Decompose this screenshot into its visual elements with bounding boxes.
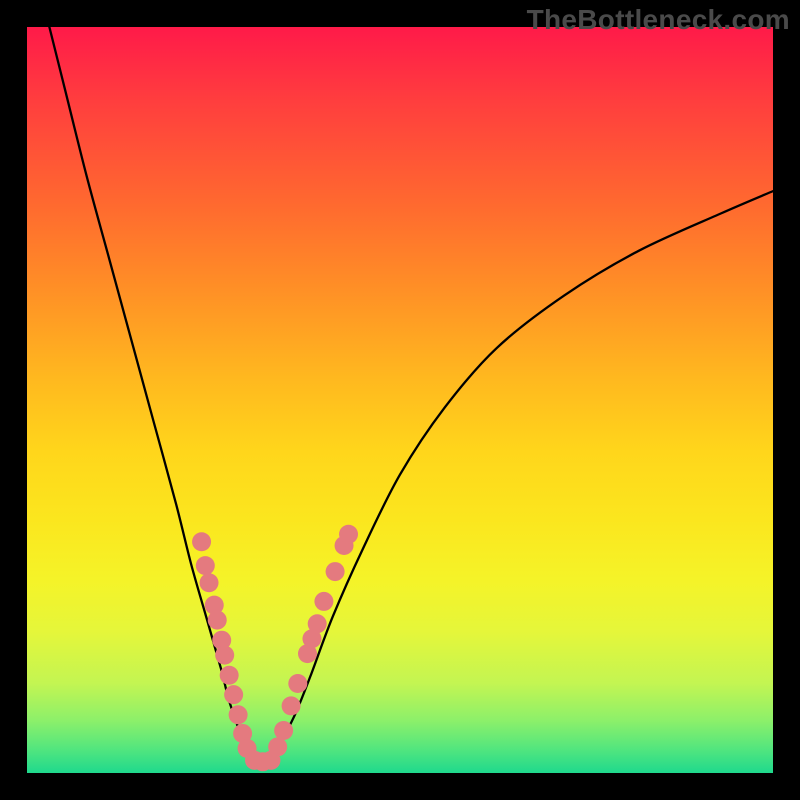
data-point	[274, 721, 293, 740]
watermark-text: TheBottleneck.com	[527, 4, 790, 36]
bottleneck-curve	[49, 27, 773, 766]
chart-frame: TheBottleneck.com	[0, 0, 800, 800]
data-point	[282, 696, 301, 715]
data-point	[215, 646, 234, 665]
data-point	[339, 525, 358, 544]
data-point	[192, 532, 211, 551]
data-points-group	[192, 525, 358, 772]
chart-svg	[27, 27, 773, 773]
data-point	[224, 685, 243, 704]
data-point	[200, 573, 219, 592]
data-point	[326, 562, 345, 581]
data-point	[288, 674, 307, 693]
data-point	[208, 611, 227, 630]
data-point	[268, 737, 287, 756]
data-point	[308, 614, 327, 633]
data-point	[196, 556, 215, 575]
data-point	[229, 705, 248, 724]
plot-area	[27, 27, 773, 773]
data-point	[314, 592, 333, 611]
data-point	[220, 666, 239, 685]
